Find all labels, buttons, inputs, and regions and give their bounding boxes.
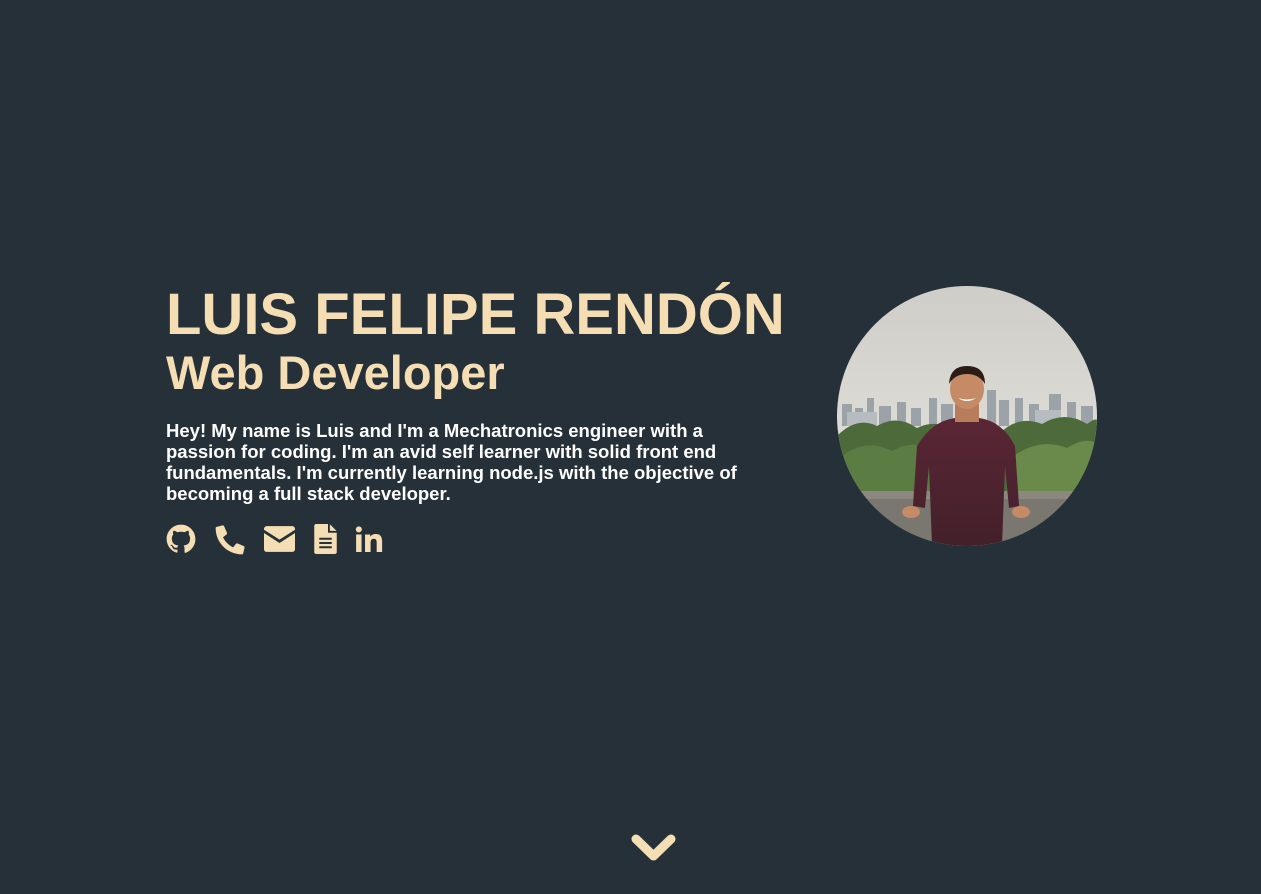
profile-photo-illustration — [837, 286, 1097, 546]
page-title: LUIS FELIPE RENDÓN — [166, 282, 785, 347]
document-icon — [313, 524, 337, 554]
bio-text: Hey! My name is Luis and I'm a Mechatron… — [166, 420, 737, 504]
job-title: Web Developer — [166, 346, 505, 399]
linkedin-icon — [355, 526, 383, 552]
resume-link[interactable] — [313, 522, 337, 556]
intro-block: LUIS FELIPE RENDÓN Web Developer Hey! My… — [166, 282, 785, 556]
email-link[interactable] — [264, 522, 295, 556]
linkedin-link[interactable] — [355, 522, 383, 556]
profile-photo — [837, 286, 1097, 546]
hero-section: LUIS FELIPE RENDÓN Web Developer Hey! My… — [0, 0, 1261, 894]
scroll-down-button[interactable] — [630, 830, 677, 864]
chevron-down-icon — [631, 834, 676, 861]
github-link[interactable] — [166, 522, 196, 556]
github-icon — [166, 524, 196, 553]
social-links — [166, 522, 766, 556]
envelope-icon — [264, 526, 295, 552]
phone-icon — [215, 524, 245, 554]
phone-link[interactable] — [215, 522, 246, 556]
